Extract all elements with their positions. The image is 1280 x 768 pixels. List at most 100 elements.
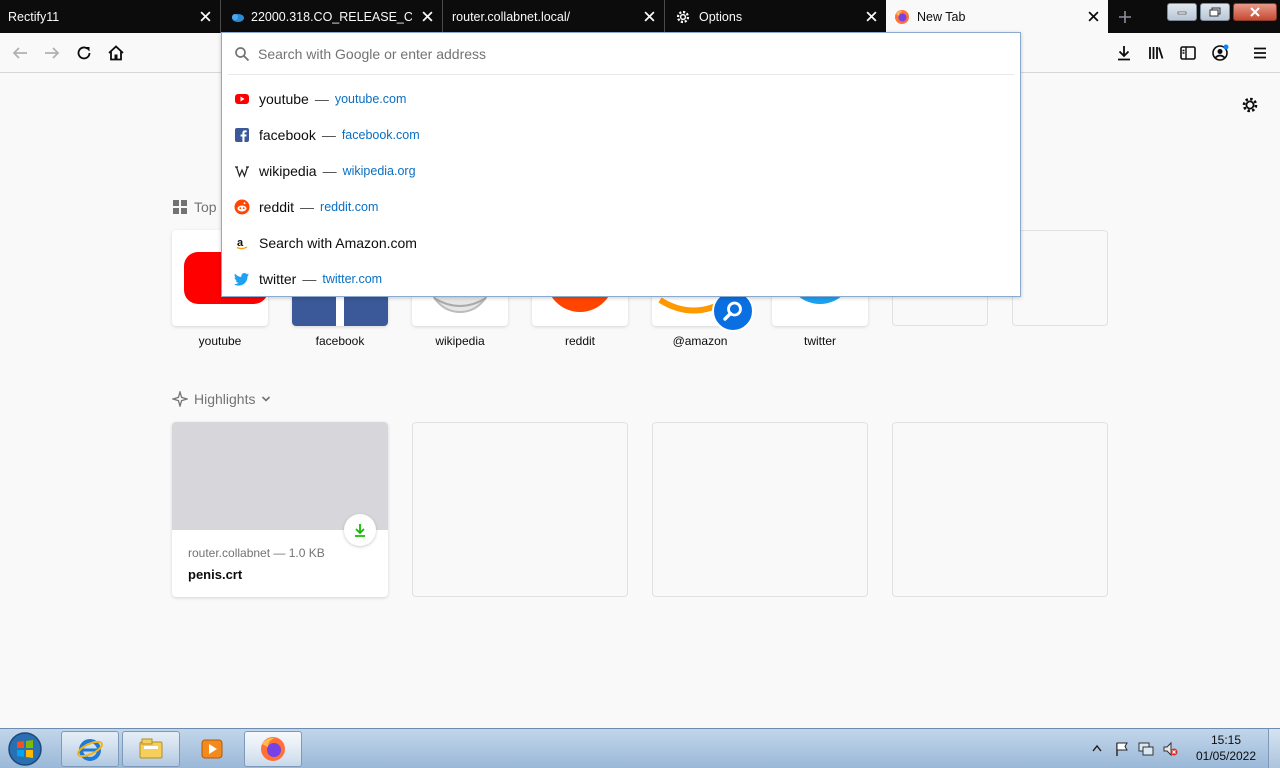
highlights-heading-label: Highlights — [194, 391, 256, 407]
top-sites-heading-label: Top — [194, 199, 217, 215]
reload-icon — [77, 46, 91, 60]
suggestion-youtube[interactable]: youtube — youtube.com — [222, 81, 1020, 117]
tab-router[interactable]: router.collabnet.local/ — [443, 0, 665, 33]
windows-logo-icon — [8, 732, 42, 766]
url-input[interactable] — [258, 45, 858, 62]
close-icon — [865, 11, 877, 22]
internet-explorer-icon — [77, 739, 103, 761]
tab-release-clip[interactable]: 22000.318.CO_RELEASE_CLIPR — [221, 0, 443, 33]
firefox-icon — [261, 737, 285, 761]
windows-taskbar: 15:15 01/05/2022 — [0, 728, 1280, 768]
close-icon — [199, 11, 211, 22]
account-button[interactable] — [1206, 39, 1234, 67]
menu-button[interactable] — [1246, 39, 1274, 67]
tab-rectify11[interactable]: Rectify11 — [0, 0, 221, 33]
page-settings-button[interactable] — [1240, 95, 1260, 115]
suggestion-wikipedia[interactable]: wikipedia — wikipedia.org — [222, 153, 1020, 189]
suggestion-title: Search with Amazon.com — [259, 235, 417, 251]
suggestion-amazon-search[interactable]: a Search with Amazon.com — [222, 225, 1020, 261]
network-icon[interactable] — [1138, 741, 1154, 757]
start-button[interactable] — [4, 730, 46, 768]
suggestion-reddit[interactable]: reddit — reddit.com — [222, 189, 1020, 225]
highlight-title: penis.crt — [188, 567, 243, 582]
minimize-button[interactable] — [1167, 3, 1197, 21]
new-tab-button[interactable] — [1110, 0, 1140, 33]
top-site-empty-slot[interactable] — [1012, 230, 1108, 326]
media-player-icon — [201, 739, 223, 759]
clock-date: 01/05/2022 — [1195, 749, 1257, 763]
download-badge — [344, 514, 376, 546]
url-bar-dropdown: youtube — youtube.com facebook — faceboo… — [221, 32, 1021, 297]
highlight-empty-slot — [652, 422, 868, 597]
taskbar-file-explorer[interactable] — [122, 731, 180, 767]
highlight-empty-slot — [892, 422, 1108, 597]
search-icon — [723, 301, 742, 321]
hamburger-menu-icon — [1254, 47, 1266, 59]
forward-button[interactable] — [38, 39, 66, 67]
tab-close-button[interactable] — [190, 0, 220, 33]
highlights-heading[interactable]: Highlights — [172, 391, 277, 407]
wikipedia-icon — [234, 163, 250, 179]
highlight-empty-slot — [412, 422, 628, 597]
suggestion-url: facebook.com — [341, 128, 420, 142]
tab-close-button[interactable] — [412, 0, 442, 33]
download-icon — [355, 524, 365, 537]
amazon-icon: a — [234, 235, 250, 251]
taskbar-media-player[interactable] — [183, 731, 241, 767]
tab-title: 22000.318.CO_RELEASE_CLIPR — [251, 9, 412, 24]
suggestion-url: youtube.com — [334, 92, 407, 106]
suggestion-facebook[interactable]: facebook — facebook.com — [222, 117, 1020, 153]
svg-text:a: a — [237, 237, 244, 249]
suggestion-separator: — — [302, 271, 317, 287]
volume-muted-icon[interactable] — [1162, 741, 1178, 757]
suggestion-twitter[interactable]: twitter — twitter.com — [222, 261, 1020, 297]
tab-close-button[interactable] — [634, 0, 664, 33]
back-button[interactable] — [6, 39, 34, 67]
top-site-label: facebook — [315, 334, 365, 348]
home-button[interactable] — [102, 39, 130, 67]
suggestion-separator: — — [300, 199, 315, 215]
sidebar-icon — [1180, 46, 1196, 60]
flag-icon[interactable] — [1114, 741, 1130, 757]
library-button[interactable] — [1142, 39, 1170, 67]
folder-icon — [139, 738, 163, 759]
chevron-up-icon[interactable] — [1092, 744, 1102, 752]
taskbar-clock[interactable]: 15:15 01/05/2022 — [1186, 732, 1266, 764]
taskbar-firefox[interactable] — [244, 731, 302, 767]
firefox-icon — [894, 9, 910, 25]
minimize-icon — [1177, 11, 1187, 15]
chevron-down-icon — [262, 396, 271, 402]
taskbar-internet-explorer[interactable] — [61, 731, 119, 767]
suggestion-title: youtube — [259, 91, 309, 107]
grid-icon — [173, 200, 187, 214]
url-bar[interactable] — [228, 33, 1014, 75]
sidebar-button[interactable] — [1174, 39, 1202, 67]
suggestion-title: facebook — [259, 127, 316, 143]
tab-close-button[interactable] — [1078, 0, 1108, 33]
home-icon — [108, 45, 124, 61]
restore-button[interactable] — [1200, 3, 1230, 21]
suggestion-url: twitter.com — [322, 272, 383, 286]
reload-button[interactable] — [70, 39, 98, 67]
restore-icon — [1209, 7, 1221, 17]
suggestion-separator: — — [322, 163, 337, 179]
tab-close-button[interactable] — [856, 0, 886, 33]
tab-options[interactable]: Options — [665, 0, 886, 33]
twitter-icon — [234, 271, 250, 287]
window-close-button[interactable] — [1233, 3, 1277, 21]
downloads-button[interactable] — [1110, 39, 1138, 67]
suggestion-url: reddit.com — [320, 200, 379, 214]
top-site-label: twitter — [803, 334, 836, 348]
top-site-label: @amazon — [672, 334, 728, 348]
suggestion-title: wikipedia — [259, 163, 317, 179]
highlight-card[interactable]: router.collabnet — 1.0 KB penis.crt — [172, 422, 388, 597]
search-icon — [235, 46, 250, 61]
tab-title: router.collabnet.local/ — [452, 9, 571, 24]
window-controls — [1167, 0, 1280, 22]
close-icon — [421, 11, 433, 22]
back-arrow-icon — [12, 47, 27, 59]
show-desktop-button[interactable] — [1268, 729, 1280, 768]
reddit-icon — [234, 199, 250, 215]
suggestion-separator: — — [321, 127, 336, 143]
tab-new-tab[interactable]: New Tab — [886, 0, 1108, 33]
